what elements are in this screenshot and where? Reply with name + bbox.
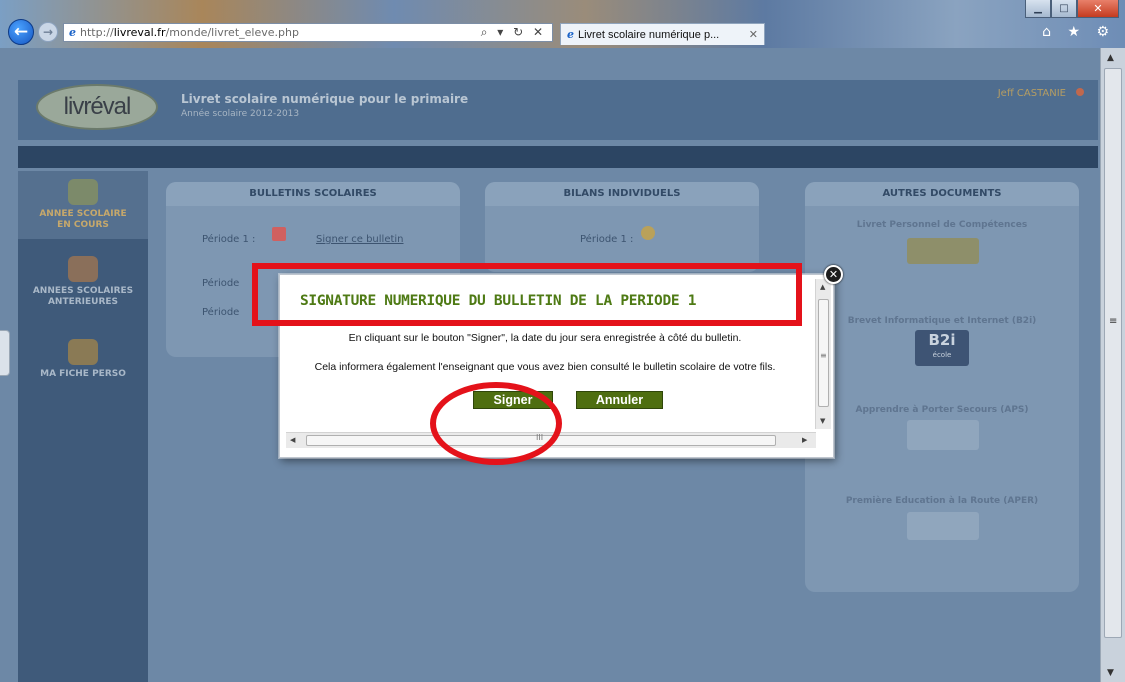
sign-bulletin-link[interactable]: Signer ce bulletin xyxy=(316,234,404,245)
url-domain: livreval.fr xyxy=(113,26,166,39)
address-tools[interactable]: ⌕ ▾ ↻ ✕ xyxy=(481,25,546,40)
tab-close-icon[interactable]: ✕ xyxy=(749,28,758,41)
side-menu: ANNEE SCOLAIRE EN COURS ANNEES SCOLAIRES… xyxy=(18,171,148,682)
side-item-label: ANNEE SCOLAIRE xyxy=(39,209,127,219)
page-scrollbar[interactable]: ▲ ≡ ▼ xyxy=(1100,48,1125,682)
period-2-label: Période xyxy=(202,278,240,289)
side-item-label: ANTERIEURES xyxy=(47,297,119,307)
scroll-down-arrow[interactable]: ▼ xyxy=(1107,668,1114,678)
school-year: Année scolaire 2012-2013 xyxy=(181,109,300,119)
dialog-scroll-down-arrow[interactable]: ▼ xyxy=(820,417,825,425)
dialog-vertical-scrollbar[interactable]: ▲ ≡ ▼ xyxy=(815,279,831,429)
url-path: /monde/livret_eleve.php xyxy=(165,26,299,39)
side-item-previous-years[interactable]: ANNEES SCOLAIRES ANTERIEURES xyxy=(18,256,148,308)
sidebar-collapse-handle[interactable] xyxy=(0,330,10,376)
b2i-badge-sub: école xyxy=(932,351,952,359)
url-prefix: http:// xyxy=(80,26,114,39)
home-favorites-tools-icons[interactable]: ⌂ ★ ⚙ xyxy=(1042,24,1115,40)
aps-logo[interactable] xyxy=(907,420,979,450)
site-title: Livret scolaire numérique pour le primai… xyxy=(181,92,469,106)
books-icon xyxy=(68,179,98,205)
browser-titlebar: ← → e http:// livreval.fr /monde/livret_… xyxy=(0,0,1125,48)
pdf-icon[interactable] xyxy=(272,227,286,241)
nav-band xyxy=(18,146,1098,168)
dialog-scroll-left-arrow[interactable]: ◀ xyxy=(290,436,295,444)
period-1-label: Période 1 : xyxy=(202,234,256,245)
cancel-button[interactable]: Annuler xyxy=(576,391,663,409)
dialog-close-icon[interactable]: ✕ xyxy=(824,265,843,284)
user-name[interactable]: Jeff CASTANIE xyxy=(998,88,1066,99)
lpc-logo[interactable] xyxy=(907,238,979,264)
bilan-period-1-label: Période 1 : xyxy=(580,234,634,245)
dialog-text-2: Cela informera également l'enseignant qu… xyxy=(314,361,776,373)
side-item-label: EN COURS xyxy=(57,220,109,230)
doc-aper-label[interactable]: Première Education à la Route (APER) xyxy=(805,496,1079,506)
site-header: livréval Livret scolaire numérique pour … xyxy=(18,80,1098,140)
dialog-scroll-up-arrow[interactable]: ▲ xyxy=(820,283,825,291)
dialog-vscroll-grip: ≡ xyxy=(820,351,827,360)
panel-autres-documents: AUTRES DOCUMENTS Livret Personnel de Com… xyxy=(805,182,1079,592)
panel-heading: BULLETINS SCOLAIRES xyxy=(166,182,460,206)
site-logo[interactable]: livréval xyxy=(36,84,158,130)
address-bar[interactable]: e http:// livreval.fr /monde/livret_elev… xyxy=(63,23,553,42)
tab-title: Livret scolaire numérique p... xyxy=(578,28,720,41)
scroll-grip: ≡ xyxy=(1109,316,1118,327)
ie-page-icon: e xyxy=(69,26,76,39)
b2i-badge-text: B2i xyxy=(928,331,956,349)
side-item-profile[interactable]: MA FICHE PERSO xyxy=(18,339,148,380)
tab-ie-icon: e xyxy=(567,28,574,41)
panel-bilans: BILANS INDIVIDUELS Période 1 : xyxy=(485,182,759,272)
page-scroll-thumb[interactable] xyxy=(1104,68,1122,638)
side-item-label: MA FICHE PERSO xyxy=(40,369,126,379)
browser-tab[interactable]: e Livret scolaire numérique p... ✕ xyxy=(560,23,765,45)
child-icon xyxy=(68,339,98,365)
window-close-button[interactable]: ✕ xyxy=(1077,0,1119,18)
panel-heading: AUTRES DOCUMENTS xyxy=(805,182,1079,206)
annotation-rectangle xyxy=(252,263,802,326)
smiley-icon[interactable] xyxy=(641,226,655,240)
doc-lpc-label[interactable]: Livret Personnel de Compétences xyxy=(805,220,1079,230)
calendar-icon xyxy=(68,256,98,282)
annotation-ellipse xyxy=(430,382,562,465)
logout-icon[interactable] xyxy=(1076,88,1084,96)
dialog-scroll-right-arrow[interactable]: ▶ xyxy=(802,436,807,444)
doc-aps-label[interactable]: Apprendre à Porter Secours (APS) xyxy=(805,405,1079,415)
aper-logo[interactable] xyxy=(907,512,979,540)
minimize-button[interactable]: ▁ xyxy=(1025,0,1051,18)
panel-heading: BILANS INDIVIDUELS xyxy=(485,182,759,206)
side-item-current-year[interactable]: ANNEE SCOLAIRE EN COURS xyxy=(18,171,148,239)
dialog-text-1: En cliquant sur le bouton "Signer", la d… xyxy=(348,332,742,344)
period-3-label: Période xyxy=(202,307,240,318)
maximize-button[interactable]: □ xyxy=(1051,0,1077,18)
doc-b2i-label[interactable]: Brevet Informatique et Internet (B2i) xyxy=(805,316,1079,326)
b2i-logo[interactable]: B2i école xyxy=(915,330,969,366)
forward-button[interactable]: → xyxy=(38,22,58,42)
scroll-up-arrow[interactable]: ▲ xyxy=(1107,53,1114,63)
window-controls: ▁ □ ✕ xyxy=(1025,0,1119,18)
back-button[interactable]: ← xyxy=(8,19,34,45)
side-item-label: ANNEES SCOLAIRES xyxy=(32,286,134,296)
